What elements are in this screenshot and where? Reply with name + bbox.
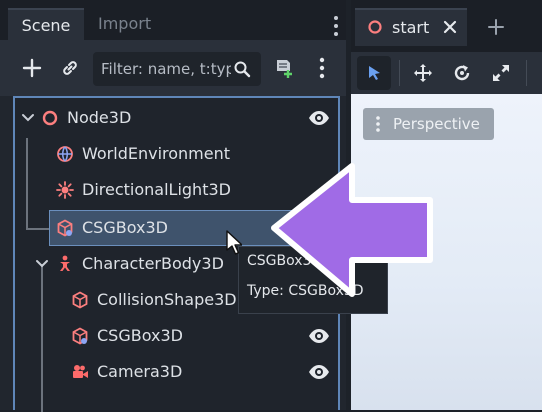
collision-shape-icon: [72, 291, 88, 309]
world-environment-icon: [57, 146, 73, 162]
mouse-cursor-icon: [226, 230, 242, 255]
tree-item-label: CharacterBody3D: [82, 254, 224, 273]
scene-ring-icon: [368, 20, 382, 34]
tab-start[interactable]: start: [355, 8, 467, 46]
link-icon[interactable]: [56, 54, 84, 82]
scene-tab-bar: start: [351, 0, 542, 52]
tree-item-csgbox3d-selected[interactable]: CSGBox3D: [49, 210, 299, 246]
close-icon[interactable]: [443, 20, 457, 34]
tab-scene[interactable]: Scene: [8, 8, 84, 40]
viewport-toolbar: [351, 52, 542, 94]
camera-icon: [73, 365, 88, 378]
add-script-icon[interactable]: [270, 54, 298, 82]
directional-light-icon: [56, 181, 74, 199]
chevron-down-icon[interactable]: [21, 111, 35, 125]
tree-guide-line: [26, 228, 50, 230]
tab-label: start: [392, 18, 430, 37]
dock-tab-bar: Scene Import: [0, 0, 346, 40]
node3d-circle-icon: [42, 110, 58, 126]
plus-icon[interactable]: [18, 54, 46, 82]
tree-item-label: DirectionalLight3D: [82, 180, 231, 199]
search-icon: [234, 61, 251, 78]
tree-item-label: CSGBox3D: [82, 218, 168, 237]
scene-toolbar: [0, 40, 346, 96]
perspective-menu-button[interactable]: Perspective: [363, 108, 494, 140]
tree-item-label: Camera3D: [97, 362, 183, 381]
tree-item-label: CollisionShape3D: [97, 290, 237, 309]
character-body-icon: [60, 255, 70, 271]
scale-icon[interactable]: [484, 56, 518, 90]
select-arrow-icon[interactable]: [357, 56, 391, 90]
tree-item-csgbox3d[interactable]: CSGBox3D: [15, 318, 338, 354]
tree-item-node3d[interactable]: Node3D: [15, 100, 338, 136]
eye-icon[interactable]: [308, 327, 330, 345]
tree-item-camera3d[interactable]: Camera3D: [15, 354, 338, 390]
move-icon[interactable]: [406, 56, 440, 90]
csg-box-icon: [72, 327, 88, 345]
annotation-arrow-icon: [271, 163, 433, 297]
perspective-label: Perspective: [393, 115, 480, 133]
tree-item-label: CSGBox3D: [97, 326, 183, 345]
rotate-icon[interactable]: [445, 56, 479, 90]
tab-import[interactable]: Import: [98, 8, 151, 40]
chevron-down-icon[interactable]: [35, 257, 49, 271]
new-tab-plus-icon[interactable]: [487, 18, 505, 36]
vertical-dots-icon[interactable]: [308, 54, 336, 82]
vertical-dots-icon: [376, 116, 380, 132]
filter-input[interactable]: [101, 52, 231, 86]
tree-item-label: WorldEnvironment: [82, 144, 231, 163]
csg-box-icon: [57, 219, 73, 237]
eye-icon[interactable]: [308, 109, 330, 127]
filter-field[interactable]: [93, 52, 261, 86]
tree-item-label: Node3D: [67, 108, 132, 127]
dock-menu-icon[interactable]: [328, 14, 344, 38]
eye-icon[interactable]: [308, 363, 330, 381]
